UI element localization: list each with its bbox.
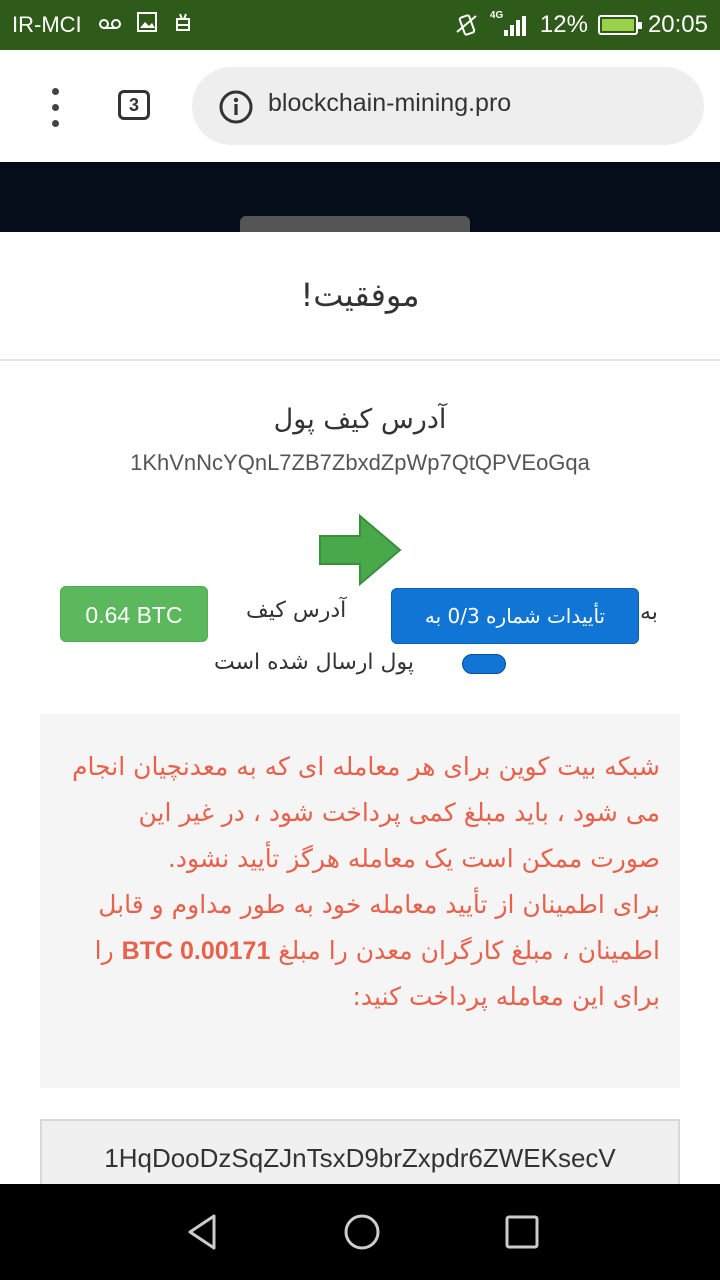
back-icon[interactable]: [182, 1212, 222, 1252]
arrow-right-icon: [319, 514, 402, 586]
status-toggle[interactable]: [462, 654, 506, 674]
info-icon[interactable]: [218, 89, 254, 125]
voicemail-icon: [99, 19, 121, 29]
recent-apps-icon[interactable]: [502, 1212, 542, 1252]
transfer-row: 0.64 BTC آدرس کیف تأییدات شماره 0/3 به ب…: [0, 586, 720, 675]
carrier-name: IR-MCI: [12, 12, 82, 37]
fee-notice: شبکه بیت کوین برای هر معامله ای که به مع…: [40, 714, 680, 1088]
fee-amount: 0.00171 BTC: [121, 937, 271, 965]
success-modal: !موفقیت آدرس کیف پول 1KhVnNcYQnL7ZB7Zbxd…: [0, 232, 720, 1199]
network-type: 4G: [489, 10, 504, 21]
amount-badge: 0.64 BTC: [60, 586, 208, 642]
notice-paragraph-1: شبکه بیت کوین برای هر معامله ای که به مع…: [72, 752, 660, 873]
confirmations-button[interactable]: تأییدات شماره 0/3 به: [391, 588, 639, 644]
notice-text: شبکه بیت کوین برای هر معامله ای که به مع…: [68, 744, 660, 1020]
battery-icon: [597, 15, 642, 35]
sent-label: پول ارسال شده است: [214, 650, 414, 675]
notification-icons: [98, 11, 194, 33]
robot-icon: [176, 13, 190, 31]
address-bar[interactable]: blockchain-mining.pro: [192, 67, 704, 145]
wallet-address: 1KhVnNcYQnL7ZB7ZbxdZpWp7QtQPVEoGqa: [130, 450, 590, 475]
status-bar: IR-MCI 4G 12% 20:05: [0, 0, 720, 50]
signal-icon: 4G: [489, 10, 530, 38]
battery-percent: 12%: [539, 11, 588, 38]
browser-toolbar: 3 blockchain-mining.pro: [0, 50, 720, 162]
wallet-label: آدرس کیف پول: [273, 404, 447, 435]
vibrate-icon: [456, 14, 477, 36]
overflow-menu-icon[interactable]: [48, 88, 64, 128]
clock: 20:05: [647, 11, 708, 38]
modal-title: !موفقیت: [300, 276, 420, 314]
image-icon: [137, 12, 157, 32]
tab-switcher-button[interactable]: 3: [118, 90, 150, 120]
url-text[interactable]: blockchain-mining.pro: [268, 89, 511, 118]
deposit-address[interactable]: 1HqDooDzSqZJnTsxD9brZxpdr6ZWEKsecV: [42, 1143, 678, 1174]
modal-divider: [0, 359, 720, 361]
to-address-label: آدرس کیف: [246, 598, 347, 623]
to-word: به: [640, 600, 658, 625]
home-icon[interactable]: [342, 1212, 382, 1252]
system-nav-bar: [0, 1184, 720, 1280]
